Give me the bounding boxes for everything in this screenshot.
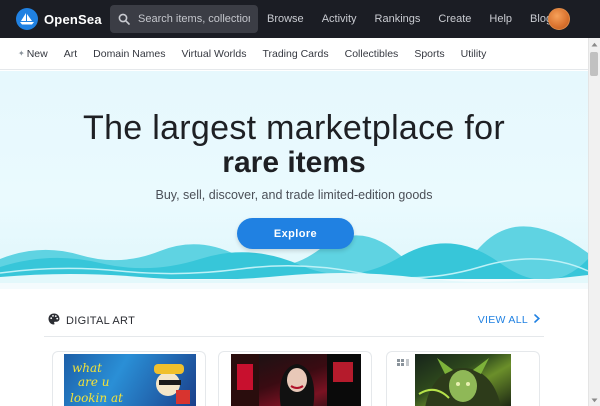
- search-icon: [110, 5, 138, 33]
- nav-rankings[interactable]: Rankings: [366, 13, 430, 25]
- view-all-label: VIEW ALL: [477, 314, 528, 326]
- category-bar: ✦ New Art Domain Names Virtual Worlds Tr…: [0, 38, 588, 70]
- scroll-up-arrow-icon[interactable]: [588, 38, 600, 50]
- category-trading-cards[interactable]: Trading Cards: [254, 48, 336, 60]
- page-scrollbar[interactable]: [588, 38, 600, 406]
- digital-art-cards: what are u lookin at: [52, 351, 540, 406]
- main-nav: Browse Activity Rankings Create Help Blo…: [258, 0, 561, 38]
- svg-text:are u: are u: [78, 375, 110, 389]
- hero-title-emphasis: rare items: [222, 146, 366, 179]
- search-bar[interactable]: [110, 5, 258, 33]
- asset-image: [231, 354, 361, 406]
- explore-button[interactable]: Explore: [237, 218, 354, 249]
- svg-text:lookin at: lookin at: [70, 391, 123, 405]
- category-virtual-worlds[interactable]: Virtual Worlds: [174, 48, 255, 60]
- category-sports[interactable]: Sports: [406, 48, 452, 60]
- chevron-right-icon: [534, 314, 540, 326]
- category-new[interactable]: ✦ New: [10, 48, 56, 60]
- category-new-label: New: [26, 47, 48, 60]
- category-collectibles[interactable]: Collectibles: [337, 48, 407, 60]
- asset-card[interactable]: [386, 351, 540, 406]
- category-art[interactable]: Art: [56, 48, 85, 60]
- hero-title: The largest marketplace for: [83, 109, 505, 147]
- logo-link[interactable]: OpenSea: [0, 0, 108, 38]
- search-input[interactable]: [138, 13, 250, 25]
- account-avatar[interactable]: [548, 8, 570, 30]
- asset-card[interactable]: [218, 351, 372, 406]
- sparkle-icon: ✦: [18, 49, 25, 58]
- nav-activity[interactable]: Activity: [313, 13, 366, 25]
- nav-help[interactable]: Help: [480, 13, 521, 25]
- nav-create[interactable]: Create: [429, 13, 480, 25]
- grid-icon: [395, 358, 411, 368]
- hero-banner: The largest marketplace for rare items B…: [0, 71, 588, 289]
- logo-text: OpenSea: [44, 11, 102, 27]
- section-title: DIGITAL ART: [48, 313, 135, 328]
- scroll-down-arrow-icon[interactable]: [588, 394, 600, 406]
- asset-image: what are u lookin at: [64, 354, 196, 406]
- section-title-text: DIGITAL ART: [66, 314, 136, 327]
- palette-icon: [48, 313, 60, 328]
- digital-art-header: DIGITAL ART VIEW ALL: [44, 303, 544, 337]
- nav-browse[interactable]: Browse: [258, 13, 313, 25]
- asset-card[interactable]: what are u lookin at: [52, 351, 206, 406]
- svg-text:what: what: [72, 361, 102, 375]
- category-utility[interactable]: Utility: [453, 48, 495, 60]
- category-domain-names[interactable]: Domain Names: [85, 48, 173, 60]
- hero-subtitle: Buy, sell, discover, and trade limited-e…: [155, 188, 433, 202]
- top-nav-bar: OpenSea Browse Activity Rankings Create …: [0, 0, 600, 38]
- asset-image: [415, 354, 511, 406]
- opensea-boat-icon: [16, 8, 38, 30]
- scrollbar-thumb[interactable]: [590, 52, 598, 76]
- view-all-link[interactable]: VIEW ALL: [478, 314, 540, 326]
